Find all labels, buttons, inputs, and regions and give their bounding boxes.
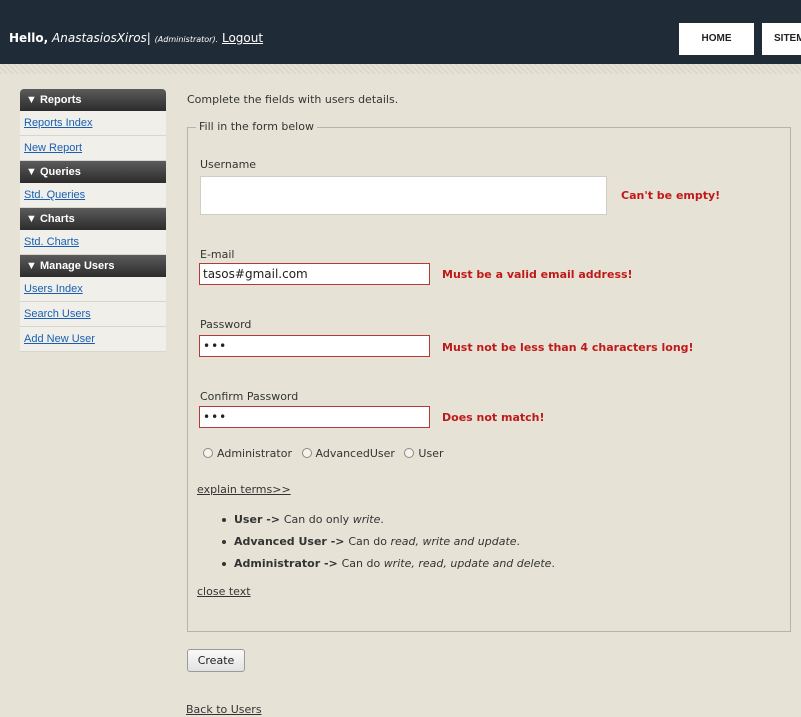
radio-user[interactable] <box>404 448 415 458</box>
sidebar-section-manage-users[interactable]: ▼ Manage Users <box>20 255 166 277</box>
sidebar-item-std-queries[interactable]: Std. Queries <box>20 183 166 208</box>
confirm-password-field[interactable]: ••• <box>199 406 430 428</box>
user-greeting: Hello, AnastasiosXiros| (Administrator).… <box>9 31 263 45</box>
back-to-users-link[interactable]: Back to Users <box>186 703 262 716</box>
radio-label-advanced-user: AdvancedUser <box>315 447 395 460</box>
top-bar: Hello, AnastasiosXiros| (Administrator).… <box>0 0 801 64</box>
sidebar-item-users-index[interactable]: Users Index <box>20 277 166 302</box>
password-error: Must not be less than 4 characters long! <box>442 341 694 354</box>
email-label: E-mail <box>200 248 235 261</box>
radio-advanced-user[interactable] <box>301 448 312 458</box>
password-label: Password <box>200 318 252 331</box>
sidebar: ▼ Reports Reports Index New Report ▼ Que… <box>20 89 166 352</box>
role-radio-group: Administrator AdvancedUser User <box>203 447 449 460</box>
separator: | <box>146 31 151 45</box>
tab-sitemap[interactable]: SITEM <box>762 23 801 55</box>
list-item: User -> Can do only write. <box>222 513 555 535</box>
list-item: Advanced User -> Can do read, write and … <box>222 535 555 557</box>
form-intro: Complete the fields with users details. <box>187 93 399 106</box>
sidebar-section-reports[interactable]: ▼ Reports <box>20 89 166 111</box>
radio-label-user: User <box>418 447 444 460</box>
sidebar-section-charts[interactable]: ▼ Charts <box>20 208 166 230</box>
sidebar-item-add-new-user[interactable]: Add New User <box>20 327 166 352</box>
terms-list: User -> Can do only write. Advanced User… <box>222 513 555 579</box>
email-field[interactable]: tasos#gmail.com <box>199 263 430 285</box>
hello-text: Hello, <box>9 31 49 45</box>
list-item: Administrator -> Can do write, read, upd… <box>222 557 555 579</box>
radio-label-administrator: Administrator <box>217 447 292 460</box>
username: AnastasiosXiros <box>52 31 147 45</box>
confirm-password-error: Does not match! <box>442 411 545 424</box>
sidebar-item-search-users[interactable]: Search Users <box>20 302 166 327</box>
radio-administrator[interactable] <box>203 448 213 458</box>
logout-link[interactable]: Logout <box>222 31 263 45</box>
tab-home[interactable]: HOME <box>679 23 754 55</box>
password-field[interactable]: ••• <box>199 335 430 357</box>
form-legend: Fill in the form below <box>196 120 317 133</box>
username-field[interactable] <box>200 176 607 215</box>
sidebar-item-new-report[interactable]: New Report <box>20 136 166 161</box>
confirm-password-label: Confirm Password <box>200 390 299 403</box>
user-role: (Administrator). <box>154 35 219 44</box>
sidebar-item-std-charts[interactable]: Std. Charts <box>20 230 166 255</box>
sidebar-section-queries[interactable]: ▼ Queries <box>20 161 166 183</box>
email-error: Must be a valid email address! <box>442 268 633 281</box>
username-error: Can't be empty! <box>621 189 721 202</box>
explain-terms-link[interactable]: explain terms>> <box>197 483 291 496</box>
close-text-link[interactable]: close text <box>197 585 251 598</box>
create-button[interactable]: Create <box>187 649 245 672</box>
username-label: Username <box>200 158 257 171</box>
header-stripe <box>0 64 801 74</box>
sidebar-item-reports-index[interactable]: Reports Index <box>20 111 166 136</box>
